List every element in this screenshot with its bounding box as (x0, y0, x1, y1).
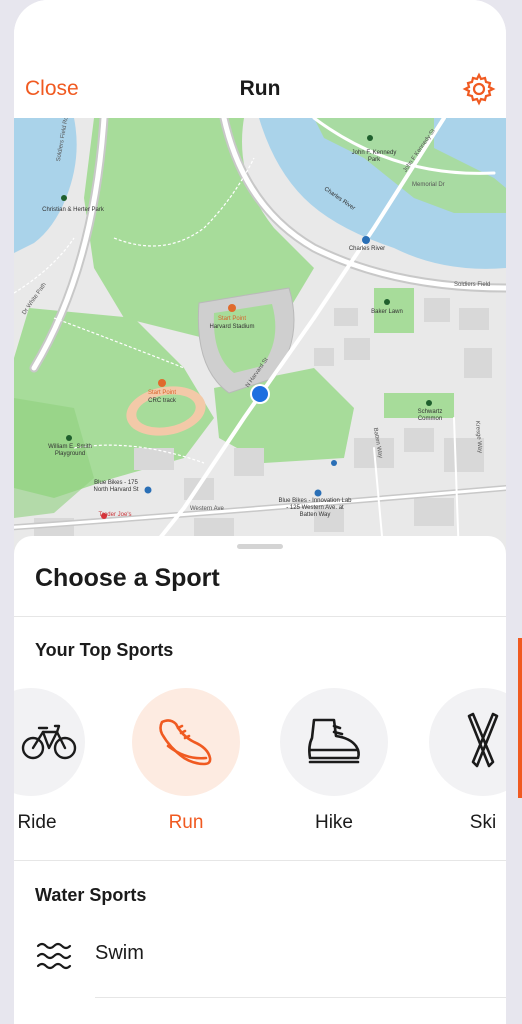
hiking-boot-icon (308, 718, 360, 764)
bicycle-icon (21, 724, 77, 760)
map-label: Harvard Stadium (209, 324, 255, 330)
gear-icon[interactable] (462, 72, 496, 106)
top-sports-heading: Your Top Sports (35, 640, 174, 660)
sport-ski-label: Ski (469, 812, 497, 833)
user-location-marker (252, 386, 268, 402)
road-label: Western Ave (190, 506, 224, 512)
sheet-grabber[interactable] (237, 544, 283, 549)
top-bar: Close Run (14, 0, 506, 118)
water-sports-heading: Water Sports (35, 885, 147, 905)
map-label: Charles River (348, 246, 386, 252)
sport-swim-row[interactable]: Swim (14, 926, 506, 990)
sport-hike-button[interactable] (280, 688, 388, 796)
sport-ride-label: Ride (17, 812, 57, 833)
divider (95, 997, 506, 998)
sport-hike-label: Hike (314, 812, 353, 833)
sheet-title: Choose a Sport (35, 564, 220, 592)
map-label: Baker Lawn (371, 309, 403, 315)
divider (14, 616, 506, 617)
map-label: Christian & Herter Park (42, 207, 104, 213)
map-label: Blue Bikes - 175 North Harvard St (93, 480, 139, 493)
map-label: Blue Bikes - Innovation Lab - 125 Wester… (278, 498, 352, 518)
scroll-indicator (518, 638, 522, 798)
road-label: Soldiers Field (454, 282, 491, 288)
sport-ski-button[interactable] (429, 688, 506, 796)
sport-swim-label: Swim (95, 942, 144, 964)
running-shoe-icon (159, 719, 212, 766)
waves-icon (36, 942, 72, 970)
map-label: Trader Joe's (98, 512, 132, 518)
sport-run-button[interactable] (132, 688, 240, 796)
sport-ride-button[interactable] (14, 688, 85, 796)
map-label: Start Point (217, 316, 246, 322)
road-label: Memorial Dr (412, 182, 445, 188)
divider (14, 860, 506, 861)
map-view[interactable]: Christian & Herter Park John F. Kennedy … (14, 118, 506, 558)
choose-sport-sheet: Choose a Sport Your Top Sports Ride Run … (14, 536, 506, 1024)
page-title: Run (239, 77, 281, 100)
map-label: CRC track (148, 398, 176, 404)
map-label: John F. Kennedy Park (351, 150, 397, 163)
map-label: Schwartz Common (417, 409, 443, 422)
map-label: Start Point (147, 390, 176, 396)
map-label: William E. Smith Playground (48, 444, 92, 457)
skis-icon (467, 712, 499, 768)
phone-screen: Close Run Christian & Herter Park John F… (14, 0, 506, 1024)
sport-run-label: Run (168, 812, 204, 833)
